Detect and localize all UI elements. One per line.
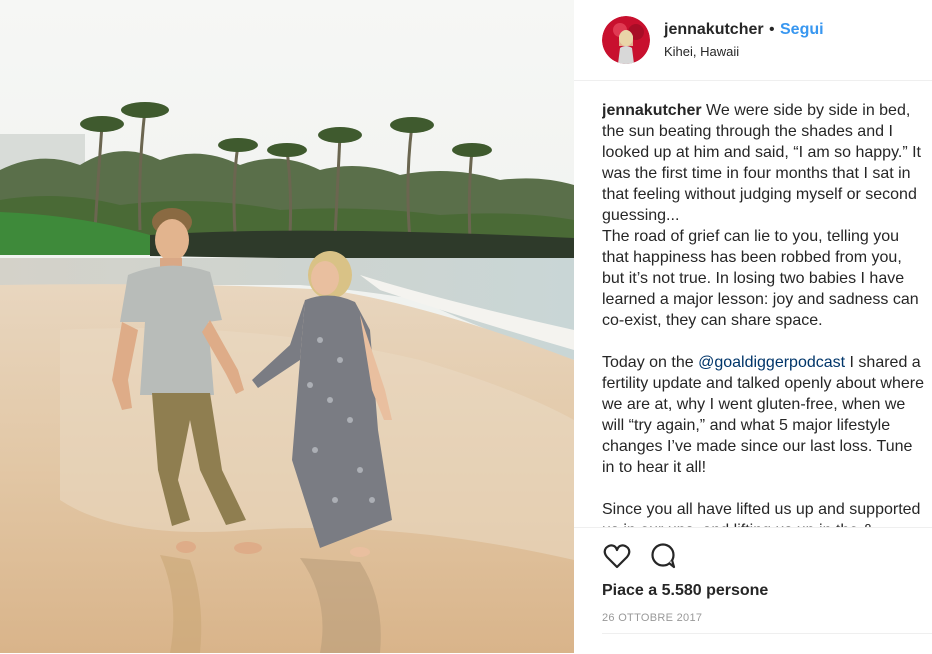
likes-count[interactable]: Piace a 5.580 persone [602, 582, 768, 600]
caption-part2: I shared a fertility update and talked o… [602, 354, 924, 528]
follow-button[interactable]: Segui [780, 21, 824, 39]
post-header: jennakutcher • Segui Kihei, Hawaii [574, 0, 932, 81]
username-link[interactable]: jennakutcher [664, 21, 764, 39]
mention-link[interactable]: @goaldiggerpodcast [698, 354, 845, 371]
post-photo[interactable] [0, 0, 574, 653]
post-details-panel: jennakutcher • Segui Kihei, Hawaii jenna… [574, 0, 932, 653]
comment-bubble-icon[interactable] [649, 541, 679, 571]
heart-icon[interactable] [602, 541, 632, 571]
location-link[interactable]: Kihei, Hawaii [664, 44, 739, 59]
separator-dot: • [769, 21, 775, 38]
beach-couple-image [0, 0, 574, 653]
caption-part1: We were side by side in bed, the sun bea… [602, 102, 921, 371]
post-date: 26 OTTOBRE 2017 [602, 612, 703, 624]
caption-username[interactable]: jennakutcher [602, 102, 702, 119]
divider [602, 633, 932, 634]
post-actions: Piace a 5.580 persone 26 OTTOBRE 2017 [574, 527, 932, 654]
caption-text: jennakutcher We were side by side in bed… [602, 100, 924, 528]
caption-area: jennakutcher We were side by side in bed… [602, 100, 924, 528]
avatar[interactable] [602, 16, 650, 64]
